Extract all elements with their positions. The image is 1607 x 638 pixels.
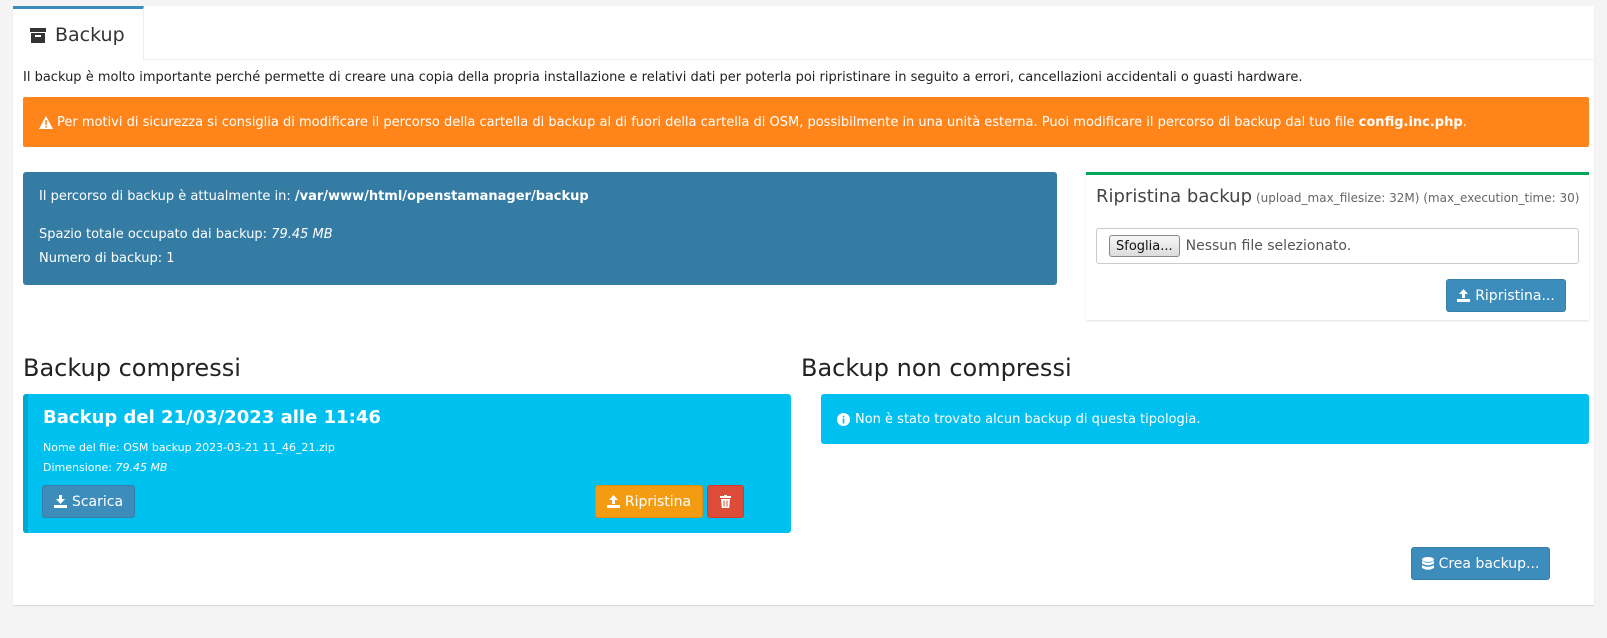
warning-text: Per motivi di sicurezza si consiglia di … bbox=[57, 114, 1359, 130]
restore-button[interactable]: Ripristina bbox=[595, 485, 703, 518]
backup-count: Numero di backup: 1 bbox=[39, 251, 175, 266]
uncompressed-title: Backup non compressi bbox=[801, 354, 1072, 382]
backup-size: 79.45 MB bbox=[115, 461, 168, 474]
backup-path-line: Il percorso di backup è attualmente in: … bbox=[39, 189, 589, 204]
restore-upload-label: Ripristina... bbox=[1475, 287, 1555, 304]
restore-limits: (upload_max_filesize: 32M) (max_executio… bbox=[1256, 191, 1580, 205]
upload-icon bbox=[606, 495, 620, 508]
restore-upload-button[interactable]: Ripristina... bbox=[1446, 279, 1566, 312]
backup-info-box: Il percorso di backup è attualmente in: … bbox=[23, 172, 1057, 285]
upload-icon bbox=[1457, 289, 1471, 302]
database-icon bbox=[1421, 556, 1434, 570]
backup-card: Backup del 21/03/2023 alle 11:46 Nome de… bbox=[23, 394, 791, 533]
no-uncompressed-notice: Non è stato trovato alcun backup di ques… bbox=[821, 394, 1589, 444]
tab-backup[interactable]: Backup bbox=[13, 6, 144, 61]
backup-path-label: Il percorso di backup è attualmente in: bbox=[39, 189, 295, 204]
trash-icon bbox=[720, 495, 731, 508]
warning-icon bbox=[39, 115, 53, 129]
info-icon bbox=[837, 412, 850, 426]
backup-heading: Backup del 21/03/2023 alle 11:46 bbox=[43, 407, 381, 428]
no-uncompressed-text: Non è stato trovato alcun backup di ques… bbox=[855, 411, 1201, 427]
no-file-text: Nessun file selezionato. bbox=[1185, 238, 1352, 254]
restore-box: Ripristina backup (upload_max_filesize: 3… bbox=[1086, 172, 1589, 320]
backup-space-label: Spazio totale occupato dai backup: bbox=[39, 227, 272, 242]
backup-size-label: Dimensione: bbox=[43, 461, 116, 474]
delete-button[interactable] bbox=[707, 485, 744, 518]
backup-filename-line: Nome del file: OSM backup 2023-03-21 11_… bbox=[43, 441, 335, 454]
tab-backup-label: Backup bbox=[55, 24, 125, 46]
restore-file-input[interactable]: Sfoglia... Nessun file selezionato. bbox=[1096, 228, 1579, 264]
download-label: Scarica bbox=[71, 493, 124, 510]
tab-bar: Backup bbox=[13, 6, 1594, 61]
restore-title-text: Ripristina backup bbox=[1096, 186, 1252, 207]
browse-button[interactable]: Sfoglia... bbox=[1109, 235, 1180, 257]
backup-size-line: Dimensione: 79.45 MB bbox=[43, 461, 167, 474]
download-button[interactable]: Scarica bbox=[42, 485, 135, 518]
security-warning: Per motivi di sicurezza si consiglia di … bbox=[23, 97, 1589, 147]
warning-text-end: . bbox=[1462, 114, 1467, 130]
download-icon bbox=[53, 495, 67, 508]
backup-space: 79.45 MB bbox=[271, 227, 333, 242]
create-backup-label: Crea backup... bbox=[1438, 555, 1540, 572]
intro-text: Il backup è molto importante perché perm… bbox=[23, 70, 1303, 85]
backup-filename: OSM backup 2023-03-21 11_46_21.zip bbox=[123, 441, 335, 454]
compressed-title: Backup compressi bbox=[23, 354, 241, 382]
archive-icon bbox=[30, 28, 46, 43]
create-backup-button[interactable]: Crea backup... bbox=[1411, 547, 1550, 580]
backup-path: /var/www/html/openstamanager/backup bbox=[294, 189, 589, 204]
config-file-name: config.inc.php bbox=[1358, 114, 1463, 130]
backup-space-line: Spazio totale occupato dai backup: 79.45… bbox=[39, 227, 333, 242]
backup-filename-label: Nome del file: bbox=[43, 441, 124, 454]
restore-label: Ripristina bbox=[624, 493, 692, 510]
restore-title: Ripristina backup (upload_max_filesize: 3… bbox=[1096, 186, 1579, 207]
backup-panel: Backup Il backup è molto importante perc… bbox=[13, 6, 1594, 605]
